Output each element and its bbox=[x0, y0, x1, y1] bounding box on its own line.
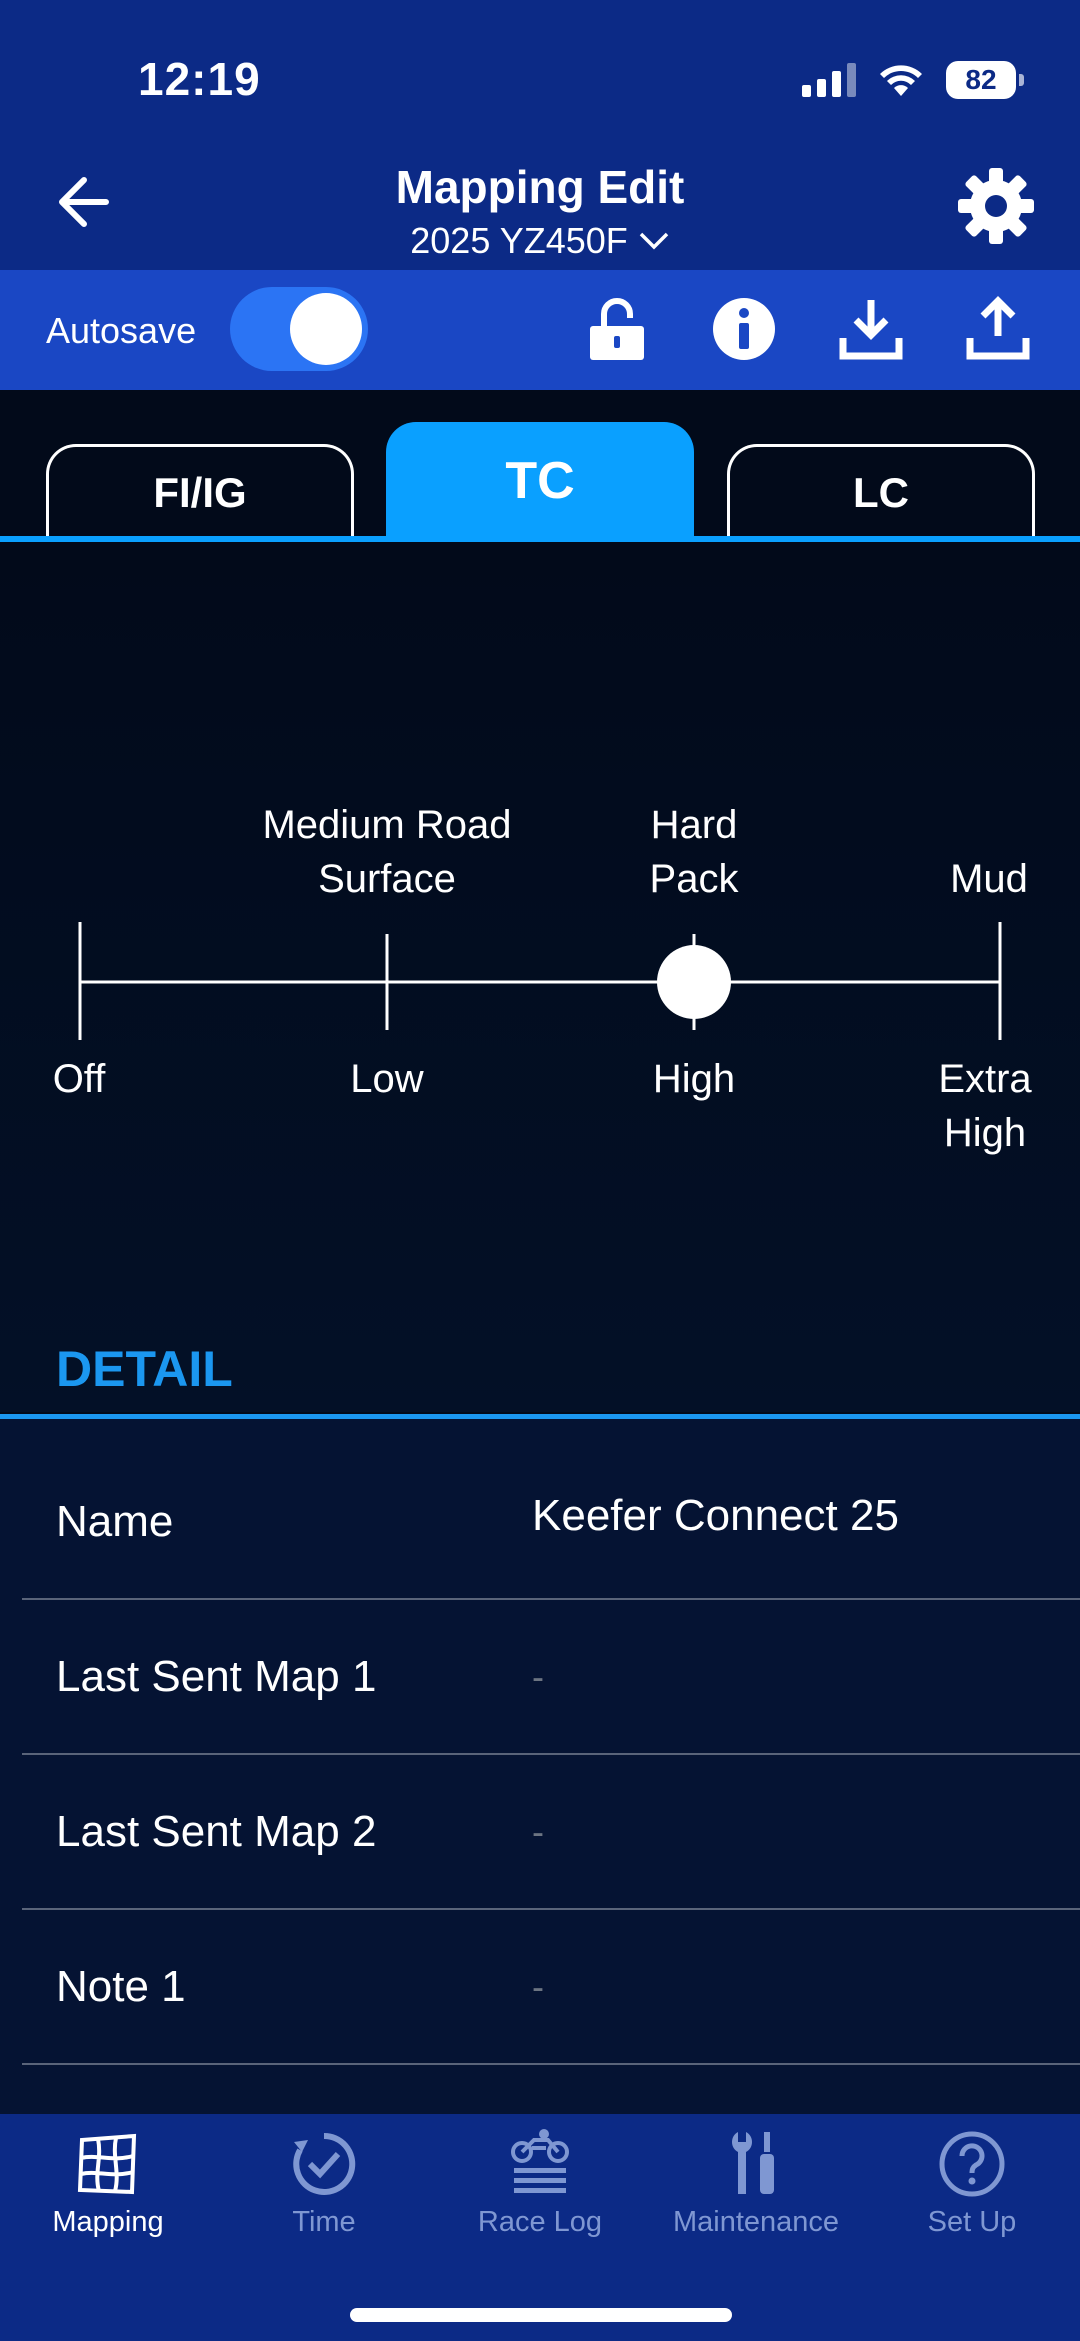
nav-set-up[interactable]: Set Up bbox=[864, 2128, 1080, 2258]
stopwatch-icon bbox=[293, 2132, 356, 2195]
map-grid-icon bbox=[77, 2133, 137, 2195]
slider-thumb[interactable] bbox=[657, 945, 731, 1019]
wifi-icon bbox=[880, 65, 922, 96]
detail-heading: DETAIL bbox=[56, 1341, 233, 1397]
nav-time[interactable]: Time bbox=[216, 2128, 432, 2258]
top-label-hard-pack: Hard Pack bbox=[649, 803, 739, 901]
traction-control-slider-area: Medium Road Surface Hard Pack Mud Off Lo… bbox=[0, 542, 1080, 1412]
model-selector[interactable]: 2025 YZ450F bbox=[410, 220, 670, 262]
nav-race-log[interactable]: Race Log bbox=[432, 2128, 648, 2258]
row-value: Keefer Connect 25 bbox=[532, 1491, 899, 1540]
unlock-icon[interactable] bbox=[584, 296, 650, 362]
nav-label: Time bbox=[292, 2206, 356, 2238]
download-icon[interactable] bbox=[838, 296, 904, 362]
status-time: 12:19 bbox=[138, 53, 261, 105]
nav-mapping[interactable]: Mapping bbox=[0, 2128, 216, 2258]
gear-icon[interactable] bbox=[956, 166, 1036, 246]
detail-row-last-sent-map-1[interactable]: Last Sent Map 1 - bbox=[22, 1600, 1080, 1755]
title-block: Mapping Edit 2025 YZ450F bbox=[0, 160, 1080, 262]
row-value: - bbox=[532, 1656, 544, 1697]
motorbike-log-icon bbox=[511, 2129, 569, 2193]
nav-label: Race Log bbox=[477, 2206, 603, 2238]
info-icon[interactable] bbox=[711, 296, 777, 362]
bottom-label-low: Low bbox=[350, 1057, 424, 1101]
top-label-medium-road-surface: Medium Road Surface bbox=[262, 803, 512, 901]
autosave-toggle[interactable] bbox=[230, 287, 368, 371]
chevron-down-icon bbox=[639, 232, 668, 250]
toggle-knob bbox=[290, 293, 362, 365]
tab-fi-ig[interactable]: FI/IG bbox=[46, 444, 354, 538]
detail-row-note-1[interactable]: Note 1 - bbox=[22, 1910, 1080, 2065]
battery-icon: 82 bbox=[946, 61, 1024, 99]
tools-icon bbox=[732, 2132, 774, 2194]
top-label-mud: Mud bbox=[950, 857, 1028, 901]
row-value: - bbox=[532, 1966, 544, 2007]
nav-maintenance[interactable]: Maintenance bbox=[648, 2128, 864, 2258]
toolbar: Autosave bbox=[0, 270, 1080, 390]
tab-lc[interactable]: LC bbox=[727, 444, 1035, 538]
bottom-label-high: High bbox=[652, 1057, 736, 1101]
traction-control-slider[interactable] bbox=[0, 542, 1080, 1412]
autosave-label: Autosave bbox=[46, 310, 197, 351]
row-label: Last Sent Map 2 bbox=[56, 1807, 377, 1856]
nav-label: Mapping bbox=[52, 2206, 164, 2238]
cellular-signal-icon bbox=[802, 63, 856, 97]
bottom-label-extra-high: Extra High bbox=[938, 1057, 1032, 1155]
help-circle-icon bbox=[939, 2131, 1005, 2197]
row-label: Note 1 bbox=[56, 1962, 186, 2011]
nav-label: Maintenance bbox=[672, 2206, 840, 2238]
row-label: Name bbox=[56, 1497, 174, 1546]
detail-row-last-sent-map-2[interactable]: Last Sent Map 2 - bbox=[22, 1755, 1080, 1910]
upload-icon[interactable] bbox=[965, 296, 1031, 362]
detail-row-name[interactable]: Name Keefer Connect 25 bbox=[22, 1445, 1080, 1600]
status-icons: 82 bbox=[802, 58, 1024, 102]
row-value: - bbox=[532, 1811, 544, 1852]
mapping-edit-screen: 12:19 82 Mapping Edit 2025 YZ450F Autosa… bbox=[0, 0, 1080, 2341]
tab-tc[interactable]: TC bbox=[386, 422, 694, 540]
model-name: 2025 YZ450F bbox=[410, 220, 628, 261]
home-indicator bbox=[350, 2308, 732, 2322]
page-title: Mapping Edit bbox=[395, 161, 685, 213]
bottom-label-off: Off bbox=[52, 1057, 106, 1101]
row-label: Last Sent Map 1 bbox=[56, 1652, 377, 1701]
nav-label: Set Up bbox=[927, 2206, 1017, 2238]
